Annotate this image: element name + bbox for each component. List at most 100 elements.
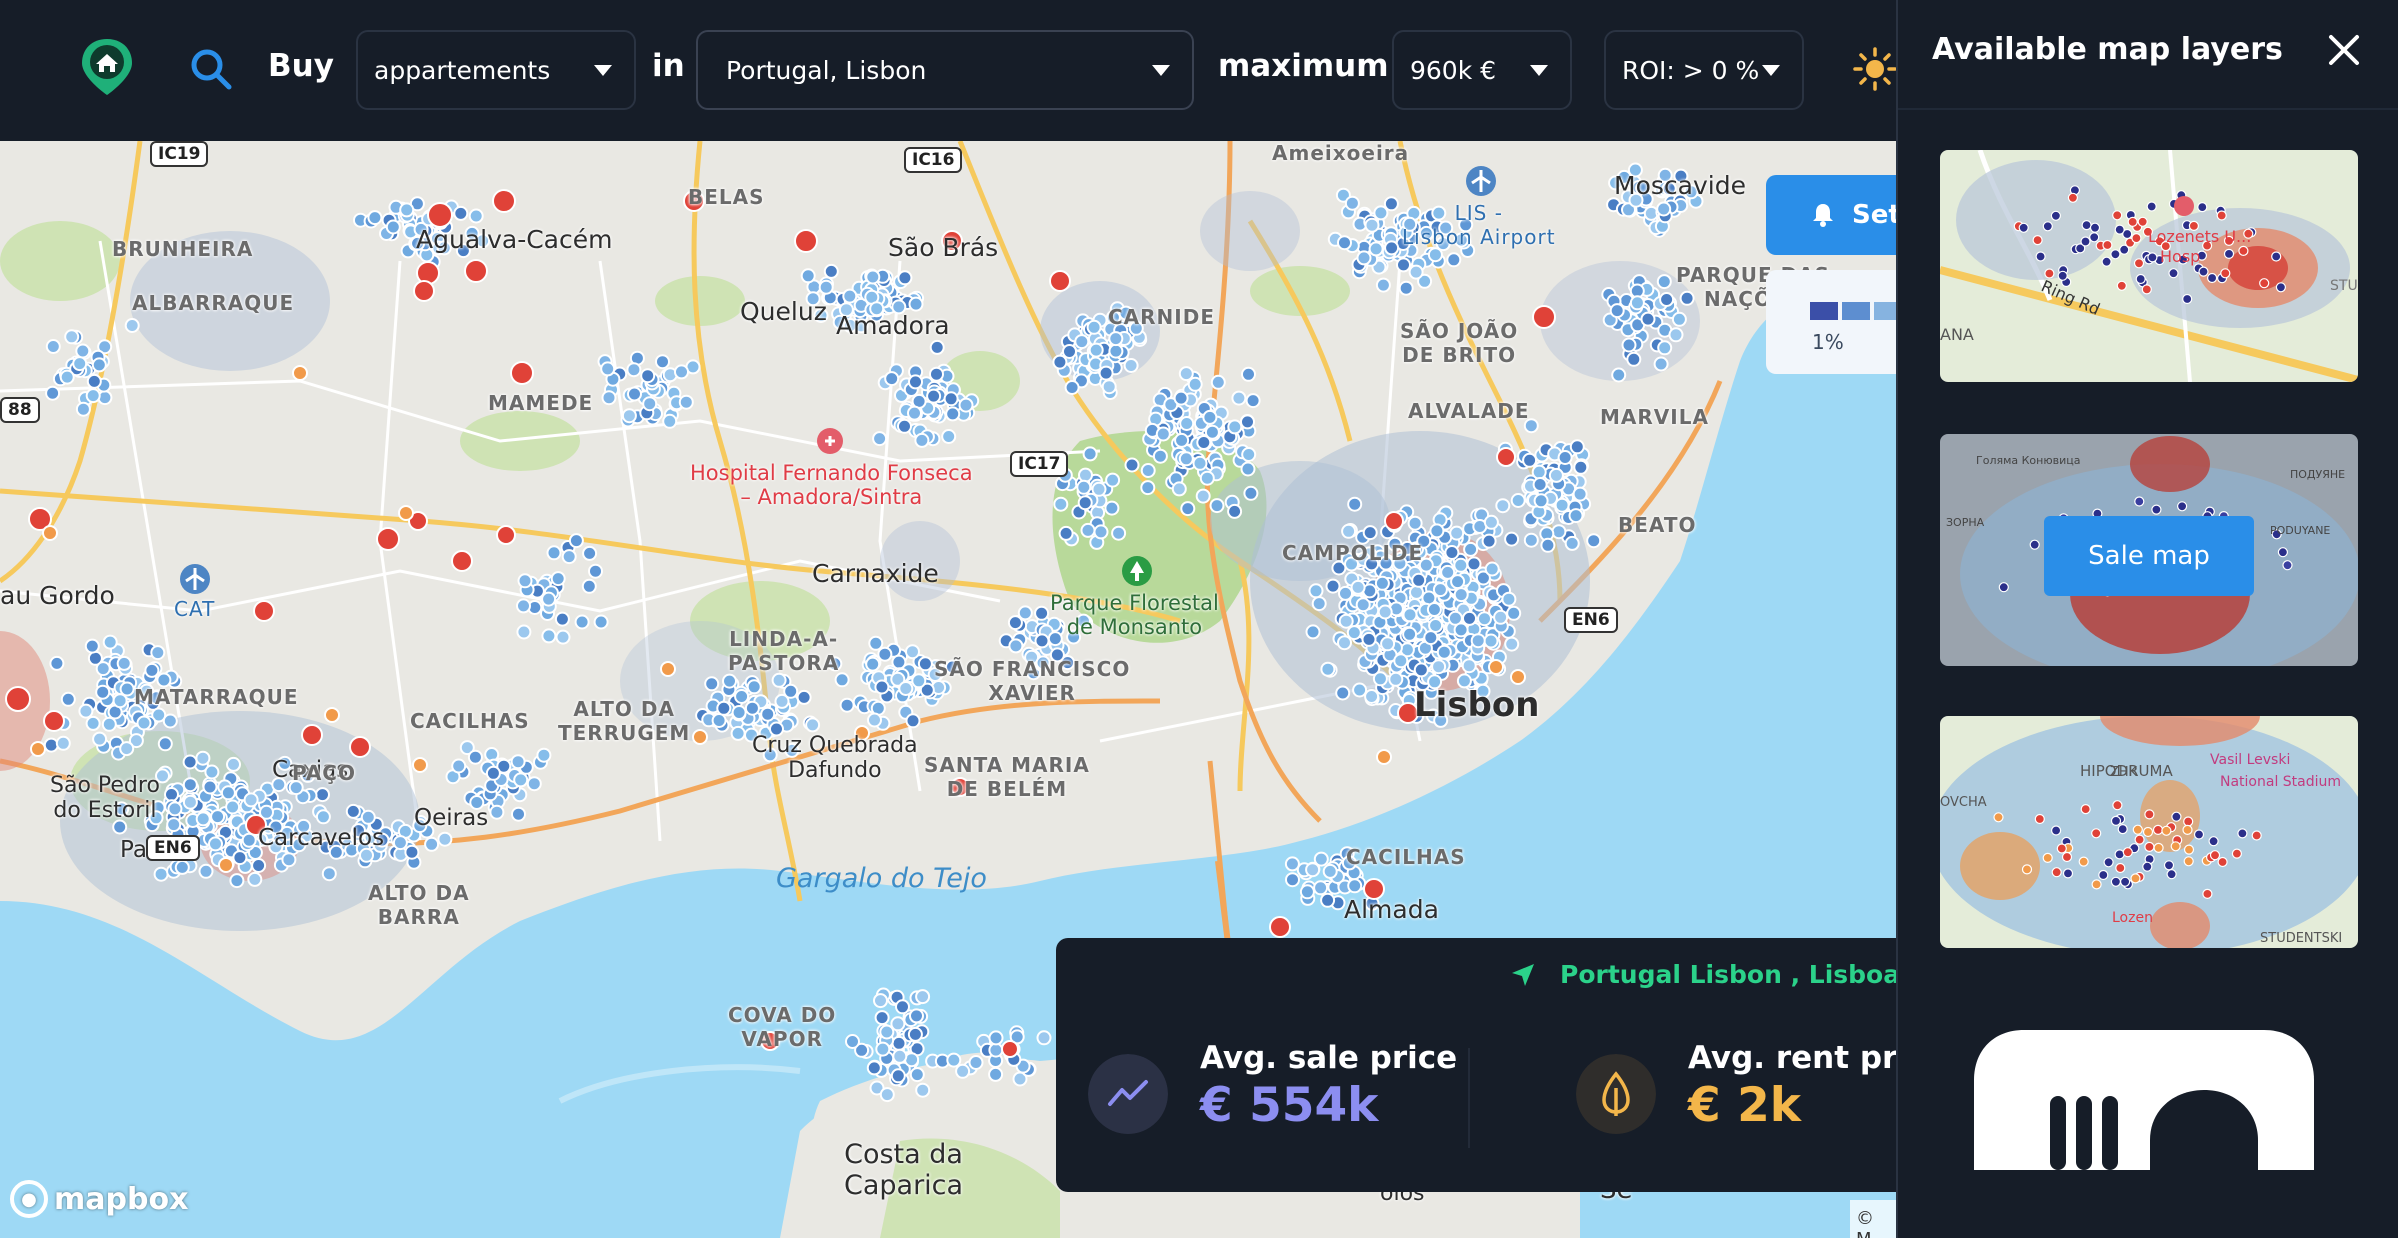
layer-thumbnail-heat[interactable]: Lozenets U... Hosp Ring Rd ANA STU	[1940, 150, 2358, 382]
listing-dot[interactable]	[1241, 447, 1257, 462]
listing-dot[interactable]	[1243, 485, 1259, 501]
sale-map-button[interactable]: Sale map	[2044, 516, 2254, 596]
listing-dot[interactable]	[1470, 633, 1486, 649]
listing-dot[interactable]	[1364, 689, 1380, 704]
listing-dot[interactable]	[546, 545, 562, 561]
listing-dot[interactable]	[866, 1060, 882, 1076]
listing-dot[interactable]	[1384, 240, 1400, 256]
listing-dot[interactable]	[1429, 523, 1445, 539]
listing-dot[interactable]	[1423, 630, 1439, 646]
listing-dot[interactable]	[1308, 583, 1324, 599]
listing-dot[interactable]	[1361, 631, 1377, 647]
listing-dot[interactable]	[988, 1042, 1004, 1058]
listing-dot-warm[interactable]	[1488, 659, 1504, 675]
listing-dot[interactable]	[581, 578, 597, 594]
listing-dot[interactable]	[360, 809, 376, 825]
listing-dot[interactable]	[905, 644, 920, 660]
listing-dot[interactable]	[72, 356, 88, 372]
listing-dot[interactable]	[92, 731, 108, 747]
listing-dot[interactable]	[958, 397, 974, 413]
listing-dot[interactable]	[1398, 280, 1414, 296]
listing-dot[interactable]	[541, 591, 557, 607]
listing-dot[interactable]	[1098, 365, 1114, 381]
listing-dot[interactable]	[640, 368, 656, 384]
listing-dot[interactable]	[908, 296, 924, 312]
listing-dot[interactable]	[1573, 459, 1589, 475]
listing-dot[interactable]	[1178, 366, 1194, 382]
listing-dot[interactable]	[510, 754, 526, 770]
listing-dot[interactable]	[1626, 351, 1642, 367]
listing-dot[interactable]	[1192, 455, 1208, 471]
listing-dot[interactable]	[195, 750, 211, 766]
listing-dot[interactable]	[1375, 277, 1391, 293]
listing-dot[interactable]	[1017, 605, 1033, 621]
listing-dot[interactable]	[243, 792, 259, 808]
listing-dot[interactable]	[890, 1068, 906, 1084]
listing-dot[interactable]	[49, 655, 65, 671]
listing-dot[interactable]	[467, 749, 483, 765]
listing-dot[interactable]	[1396, 257, 1411, 273]
listing-dot[interactable]	[1372, 671, 1388, 687]
listing-dot-warm[interactable]	[692, 729, 708, 745]
listing-dot[interactable]	[1305, 862, 1321, 878]
listing-dot-hot[interactable]	[413, 280, 435, 302]
listing-dot[interactable]	[722, 673, 737, 689]
listing-dot[interactable]	[1240, 461, 1256, 477]
listing-dot[interactable]	[1202, 409, 1218, 425]
listing-dot[interactable]	[1104, 500, 1120, 516]
listing-dot[interactable]	[760, 706, 776, 722]
listing-dot[interactable]	[321, 866, 337, 882]
listing-dot[interactable]	[424, 836, 440, 852]
listing-dot[interactable]	[1533, 493, 1549, 509]
listing-dot[interactable]	[1101, 379, 1117, 395]
listing-dot[interactable]	[1432, 582, 1448, 598]
listing-dot[interactable]	[85, 388, 101, 404]
listing-dot[interactable]	[1078, 467, 1093, 483]
listing-dot[interactable]	[1305, 624, 1321, 640]
listing-dot-hot[interactable]	[5, 686, 31, 712]
listing-dot[interactable]	[1034, 605, 1050, 621]
listing-dot-warm[interactable]	[30, 741, 46, 757]
listing-dot[interactable]	[1548, 467, 1564, 483]
listing-dot[interactable]	[1227, 419, 1243, 435]
listing-dot-hot[interactable]	[376, 527, 400, 551]
listing-dot[interactable]	[1053, 496, 1069, 512]
listing-dot[interactable]	[621, 408, 637, 424]
listing-dot[interactable]	[220, 785, 236, 801]
listing-dot[interactable]	[914, 432, 930, 448]
listing-dot[interactable]	[247, 871, 263, 887]
listing-dot[interactable]	[437, 831, 453, 847]
listing-dot[interactable]	[1320, 661, 1336, 677]
listing-dot[interactable]	[874, 679, 890, 695]
listing-dot[interactable]	[75, 401, 91, 417]
listing-dot-hot[interactable]	[1049, 270, 1071, 292]
listing-dot[interactable]	[1341, 523, 1357, 539]
listing-dot[interactable]	[451, 758, 467, 774]
listing-dot-warm[interactable]	[292, 365, 308, 381]
listing-dot[interactable]	[1346, 625, 1362, 641]
listing-dot[interactable]	[674, 364, 689, 380]
listing-dot[interactable]	[805, 717, 821, 733]
listing-dot[interactable]	[157, 736, 173, 752]
sun-icon[interactable]	[1852, 46, 1898, 92]
listing-dot[interactable]	[229, 873, 245, 889]
listing-dot[interactable]	[182, 754, 198, 770]
listing-dot[interactable]	[1368, 241, 1384, 257]
listing-dot-hot[interactable]	[301, 724, 323, 746]
listing-dot[interactable]	[124, 318, 140, 333]
listing-dot[interactable]	[1347, 878, 1363, 894]
listing-dot[interactable]	[600, 361, 616, 377]
listing-dot[interactable]	[839, 697, 855, 713]
close-icon[interactable]	[2326, 32, 2362, 68]
home-pin-logo-icon[interactable]	[76, 36, 138, 98]
listing-dot[interactable]	[1611, 367, 1627, 383]
listing-dot[interactable]	[468, 208, 484, 224]
listing-dot[interactable]	[198, 863, 214, 879]
listing-dot[interactable]	[1080, 522, 1096, 538]
listing-dot[interactable]	[1453, 622, 1469, 638]
listing-dot[interactable]	[345, 803, 361, 819]
listing-dot[interactable]	[1413, 662, 1429, 678]
listing-dot[interactable]	[642, 396, 658, 412]
listing-dot[interactable]	[601, 390, 617, 406]
listing-dot[interactable]	[1629, 295, 1645, 311]
